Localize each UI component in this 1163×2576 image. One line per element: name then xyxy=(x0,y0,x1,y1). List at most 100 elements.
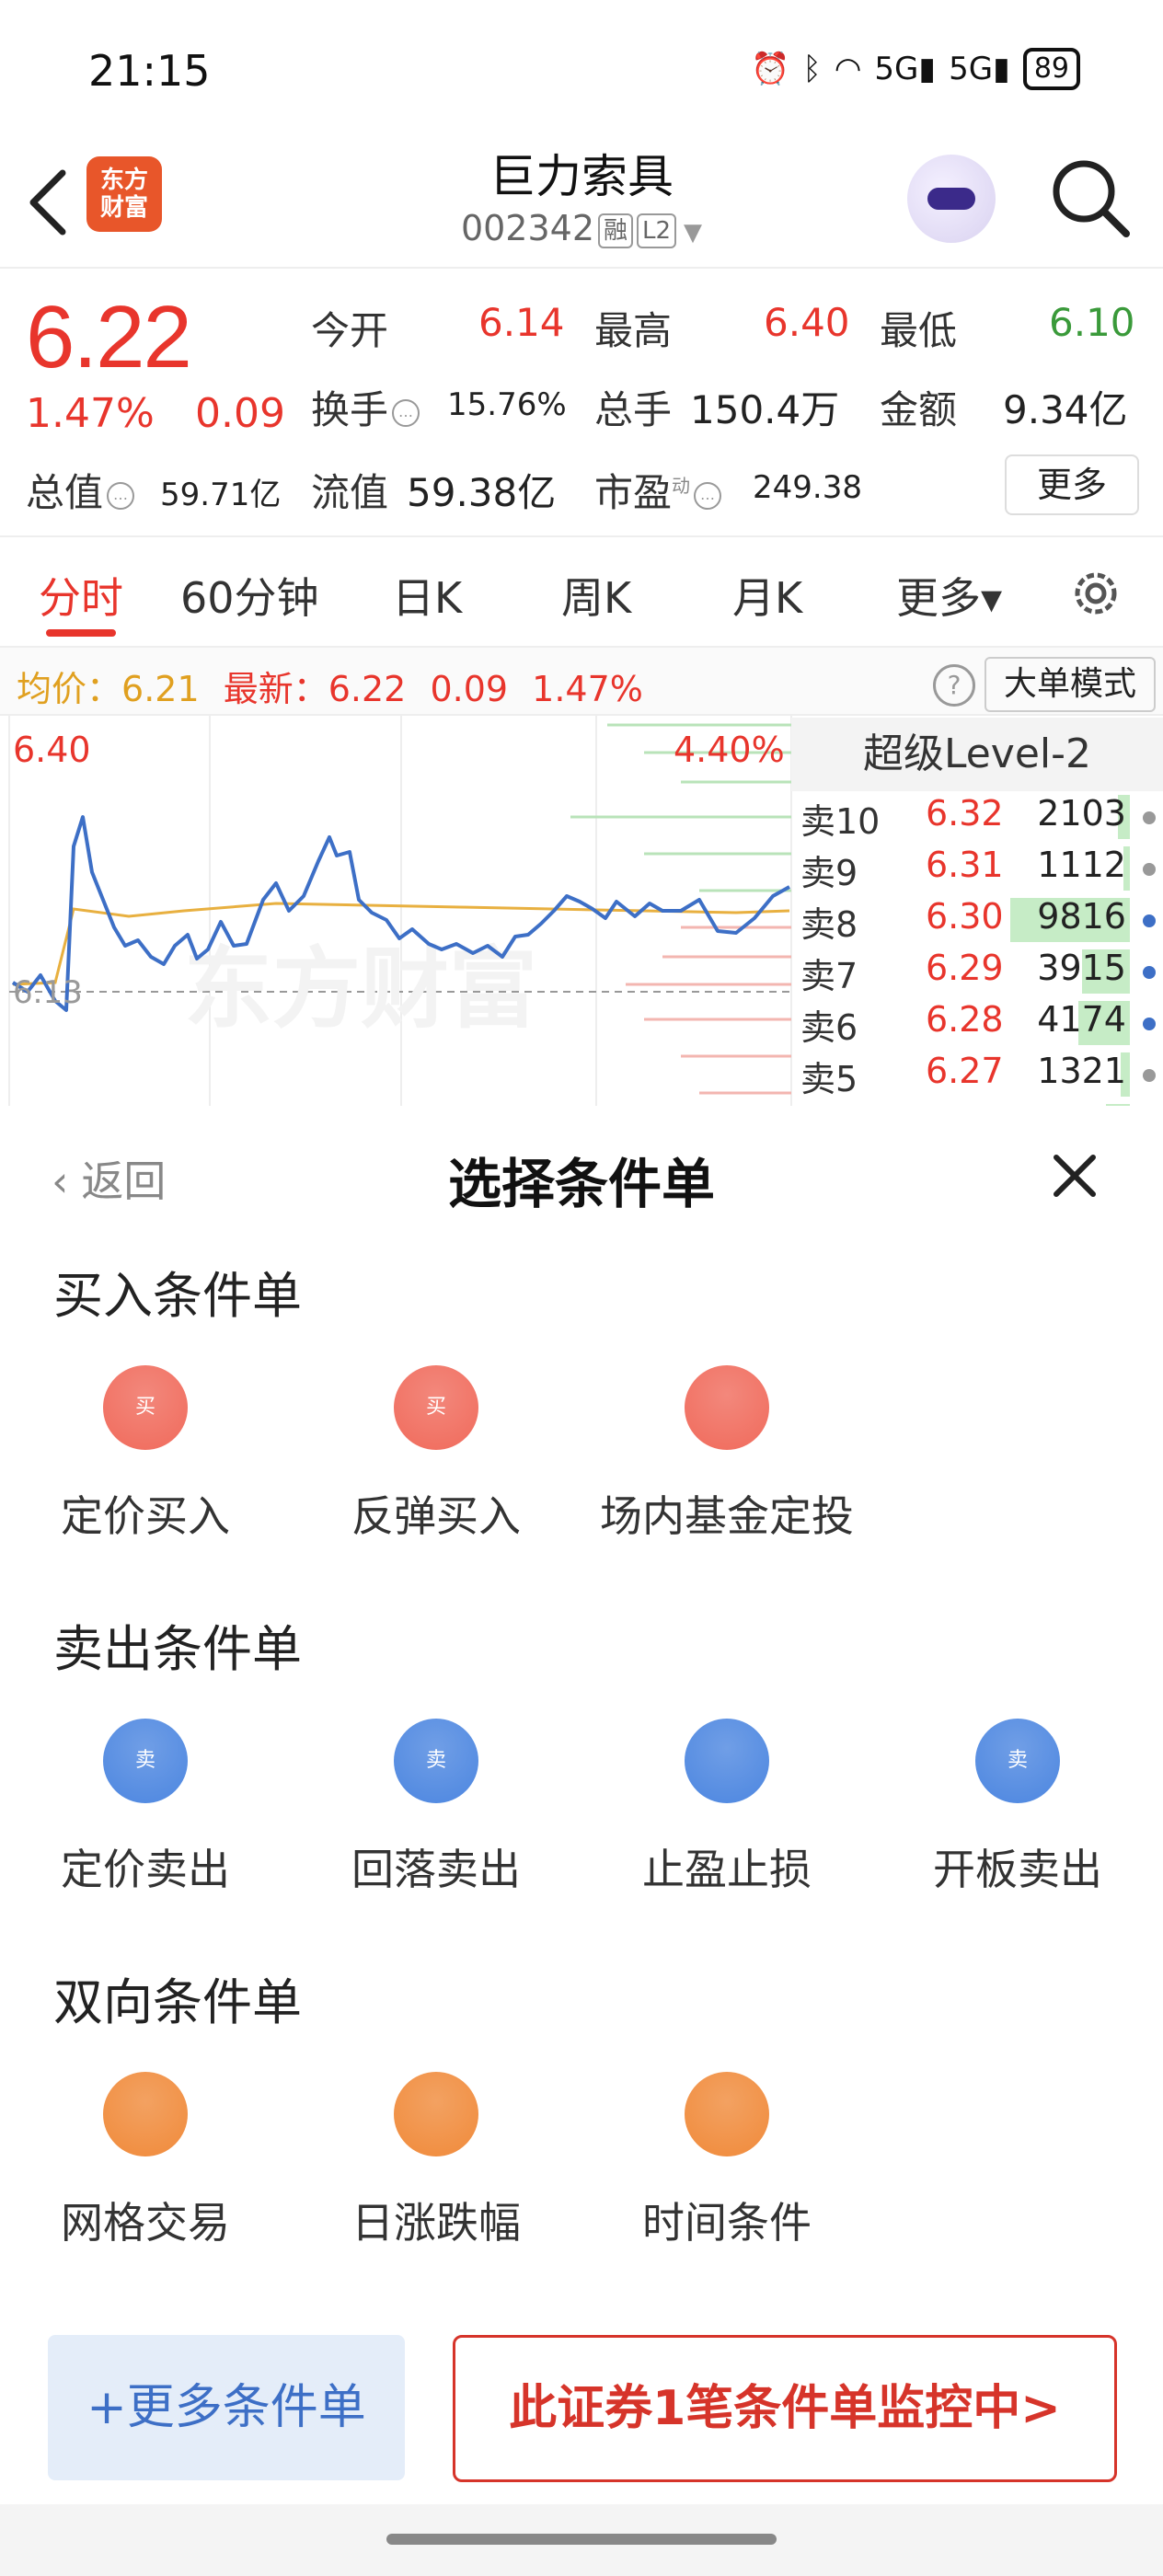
status-icons: ⏰ ᛒ ◠ 5G▮ 5G▮ 89 xyxy=(751,48,1080,90)
buy-rebound-icon[interactable]: 买 xyxy=(394,1365,478,1450)
sell-board-open-icon[interactable]: 卖 xyxy=(975,1719,1060,1803)
change-amount: 0.09 xyxy=(195,390,285,437)
row-label: 卖7 xyxy=(800,956,858,996)
tab-daily-k[interactable]: 日K xyxy=(392,565,462,626)
float-label: 流值 xyxy=(311,470,389,515)
avg-price: 6.21 xyxy=(121,669,200,709)
help-icon[interactable]: ? xyxy=(933,664,975,707)
change-percent: 1.47% xyxy=(26,390,155,437)
row-label: 卖10 xyxy=(800,801,881,842)
calendar-icon[interactable] xyxy=(685,1365,769,1450)
order-book-row[interactable]: 卖10 6.32 2103 xyxy=(797,793,1163,845)
active-tab-indicator xyxy=(46,629,116,637)
section-title: 买入条件单 xyxy=(53,1267,302,1325)
row-volume: 4174 xyxy=(1037,999,1126,1040)
sell-fixed-icon[interactable]: 卖 xyxy=(103,1719,188,1803)
row-volume: 2103 xyxy=(1037,793,1126,834)
latest-percent: 1.47% xyxy=(532,669,643,709)
condition-option-label[interactable]: 时间条件 xyxy=(589,2190,865,2250)
clock: 21:15 xyxy=(88,46,211,96)
row-volume: 3915 xyxy=(1037,948,1126,988)
row-volume: 1112 xyxy=(1037,845,1126,885)
condition-option-label[interactable]: 反弹买入 xyxy=(298,1483,574,1544)
row-label: 卖9 xyxy=(800,853,858,893)
volume-label: 总手 xyxy=(594,387,673,432)
status-dot xyxy=(1143,811,1156,824)
icon-glyph: 买 xyxy=(425,1396,446,1419)
status-dot xyxy=(1143,1069,1156,1082)
condition-option-label[interactable]: 定价买入 xyxy=(7,1483,283,1544)
condition-option-label[interactable]: 回落卖出 xyxy=(298,1836,574,1897)
stock-code: 002342 xyxy=(460,208,594,248)
monitoring-status-button[interactable]: 此证券1笔条件单监控中> xyxy=(453,2335,1117,2482)
tab-more[interactable]: 更多▾ xyxy=(896,565,1002,626)
row-price: 6.31 xyxy=(926,845,1004,885)
caret-down-icon: ▼ xyxy=(684,219,703,247)
home-indicator[interactable] xyxy=(386,2534,777,2545)
icon-glyph: 卖 xyxy=(1007,1749,1028,1772)
current-price: 6.22 xyxy=(26,288,192,386)
stop-profit-loss-icon[interactable] xyxy=(685,1719,769,1803)
gear-icon[interactable] xyxy=(1067,565,1124,622)
more-quote-button[interactable]: 更多 xyxy=(1005,454,1139,515)
condition-option-label[interactable]: 日涨跌幅 xyxy=(298,2190,574,2250)
condition-option-label[interactable]: 场内基金定投 xyxy=(589,1483,865,1544)
tab-weekly-k[interactable]: 周K xyxy=(561,565,631,626)
low-label: 最低 xyxy=(880,308,958,353)
info-icon[interactable]: … xyxy=(107,481,135,510)
battery-icon: 89 xyxy=(1022,48,1080,90)
buy-fixed-icon[interactable]: 买 xyxy=(103,1365,188,1450)
high-label: 最高 xyxy=(594,308,673,353)
sell-fallback-icon[interactable]: 卖 xyxy=(394,1719,478,1803)
assistant-robot-icon[interactable] xyxy=(907,155,996,243)
search-icon[interactable] xyxy=(1049,156,1132,239)
order-book-row[interactable]: 卖8 6.30 9816 xyxy=(797,896,1163,948)
signal-icon-2: 5G▮ xyxy=(949,51,1010,87)
pe-label: 市盈动… xyxy=(594,462,725,518)
mktcap-value: 59.71亿 xyxy=(160,477,282,513)
wifi-icon: ◠ xyxy=(834,51,862,87)
condition-option-label[interactable]: 网格交易 xyxy=(7,2190,283,2250)
condition-option-label[interactable]: 止盈止损 xyxy=(589,1836,865,1897)
more-conditions-button[interactable]: +更多条件单 xyxy=(48,2335,405,2480)
row-price: 6.29 xyxy=(926,948,1004,988)
close-icon[interactable] xyxy=(1049,1150,1100,1202)
row-label: 卖5 xyxy=(800,1059,858,1099)
high-value: 6.40 xyxy=(764,300,850,345)
avg-latest-line: 均价：6.21 最新：6.22 0.09 1.47% xyxy=(17,669,643,709)
volume-value: 150.4万 xyxy=(690,387,840,432)
info-icon[interactable]: … xyxy=(694,481,722,510)
float-value: 59.38亿 xyxy=(407,470,557,515)
candlestick-icon[interactable] xyxy=(394,2072,478,2156)
row-price: 6.30 xyxy=(926,896,1004,937)
low-value: 6.10 xyxy=(1049,300,1135,345)
chart-top-percent: 4.40% xyxy=(674,730,785,770)
chart-watermark: 东方财富 xyxy=(184,937,537,1041)
condition-option-label[interactable]: 开板卖出 xyxy=(880,1836,1156,1897)
info-icon[interactable]: … xyxy=(392,398,420,427)
alarm-icon: ⏰ xyxy=(750,51,790,87)
section-title: 卖出条件单 xyxy=(53,1620,302,1678)
tab-intraday[interactable]: 分时 xyxy=(39,565,123,626)
status-dot xyxy=(1143,1018,1156,1030)
row-volume: 1321 xyxy=(1037,1051,1126,1091)
order-book-row[interactable]: 卖7 6.29 3915 xyxy=(797,948,1163,999)
level2-header[interactable]: 超级Level-2 xyxy=(791,718,1163,791)
open-value: 6.14 xyxy=(478,300,565,345)
latest-change: 0.09 xyxy=(430,669,509,709)
mktcap-label: 总值… xyxy=(26,462,138,518)
status-dot xyxy=(1143,966,1156,979)
condition-option-label[interactable]: 定价卖出 xyxy=(7,1836,283,1897)
margin-tag: 融 xyxy=(598,213,634,248)
tab-monthly-k[interactable]: 月K xyxy=(732,565,802,626)
tab-60min[interactable]: 60分钟 xyxy=(180,565,319,626)
order-book-row[interactable]: 卖9 6.31 1112 xyxy=(797,845,1163,896)
row-label: 卖6 xyxy=(800,1007,858,1048)
order-book-row[interactable]: 卖5 6.27 1321 xyxy=(797,1051,1163,1102)
sheet-title: 选择条件单 xyxy=(447,1153,715,1215)
order-book-row[interactable]: 卖6 6.28 4174 xyxy=(797,999,1163,1051)
turnover-label: 换手… xyxy=(311,379,423,435)
big-order-mode-button[interactable]: 大单模式 xyxy=(985,657,1156,712)
alarm-clock-icon[interactable] xyxy=(685,2072,769,2156)
grid-icon[interactable] xyxy=(103,2072,188,2156)
